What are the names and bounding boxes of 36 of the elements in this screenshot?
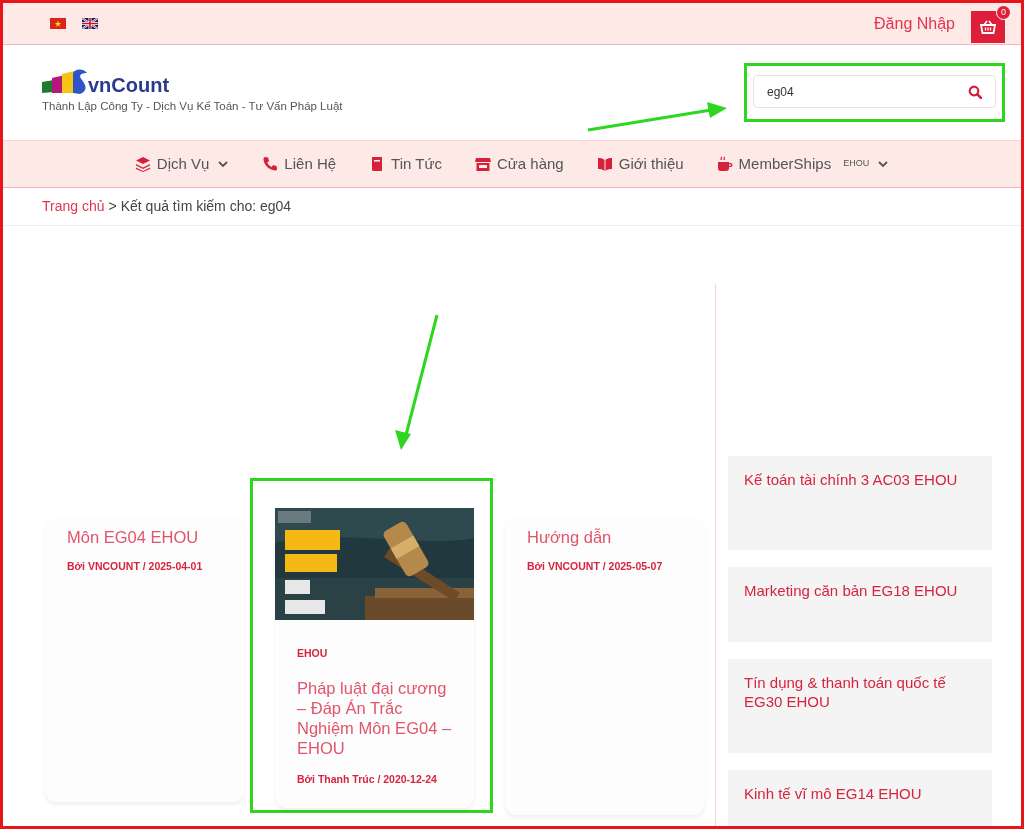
- vietnamese-flag-icon[interactable]: [50, 18, 66, 29]
- category-link[interactable]: EHOU: [297, 646, 452, 662]
- nav-link[interactable]: Dịch Vụ: [134, 152, 230, 176]
- post-byline: Bởi VNCOUNT / 2025-04-01: [67, 559, 204, 574]
- cart-count-badge: 0: [996, 4, 1011, 20]
- breadcrumb-separator: >: [108, 197, 117, 216]
- sidebar-post-link[interactable]: Kinh tế vĩ mô EG14 EHOU: [744, 784, 959, 803]
- logo-text: vnCount: [88, 75, 170, 96]
- open-book-icon: [596, 156, 613, 172]
- nav-link[interactable]: Giới thiệu: [596, 152, 684, 176]
- breadcrumb-link[interactable]: Trang chủ: [42, 196, 105, 217]
- english-flag-icon[interactable]: [82, 18, 98, 29]
- cart-button[interactable]: [971, 10, 1005, 43]
- breadcrumb-current: Kết quả tìm kiếm cho: eg04: [120, 197, 292, 216]
- nav-link[interactable]: Liên Hệ: [262, 152, 337, 176]
- post-title-link[interactable]: Hướng dẫn: [527, 527, 683, 547]
- sidebar-post-link[interactable]: Marketing căn bản EG18 EHOU: [744, 581, 959, 600]
- post-byline: Bởi VNCOUNT / 2025-05-07: [527, 559, 664, 574]
- post-title-link[interactable]: Pháp luật đại cương – Đáp Án Trắc Nghiệm Môn EG04 – EHOU: [297, 677, 452, 758]
- mug-icon: [716, 156, 733, 172]
- basket-icon: [979, 18, 997, 35]
- sidebar-post-link[interactable]: Tín dụng & thanh toán quốc tế EG30 EHOU: [744, 673, 959, 711]
- nav-link[interactable]: Tin Tức: [369, 152, 442, 176]
- search-field[interactable]: eg04: [753, 75, 996, 108]
- login-link[interactable]: Đăng Nhập: [874, 11, 955, 36]
- phone-icon: [262, 156, 279, 172]
- post-byline: Bởi Thanh Trúc / 2020-12-24: [297, 771, 438, 787]
- logo-drawing: [42, 69, 88, 96]
- site-tagline: Thành Lập Công Ty - Dịch Vụ Kế Toán - Tư Vấn Pháp Luật: [42, 99, 343, 115]
- nav-link[interactable]: Cửa hàng: [474, 152, 564, 176]
- search-icon: [968, 84, 982, 99]
- layers-icon: [134, 156, 151, 172]
- sidebar-post-link[interactable]: Kế toán tài chính 3 AC03 EHOU: [744, 470, 959, 489]
- store-icon: [474, 156, 491, 172]
- post-title-link[interactable]: Môn EG04 EHOU: [67, 527, 223, 547]
- nav-link[interactable]: MemberShips EHOU: [716, 152, 890, 176]
